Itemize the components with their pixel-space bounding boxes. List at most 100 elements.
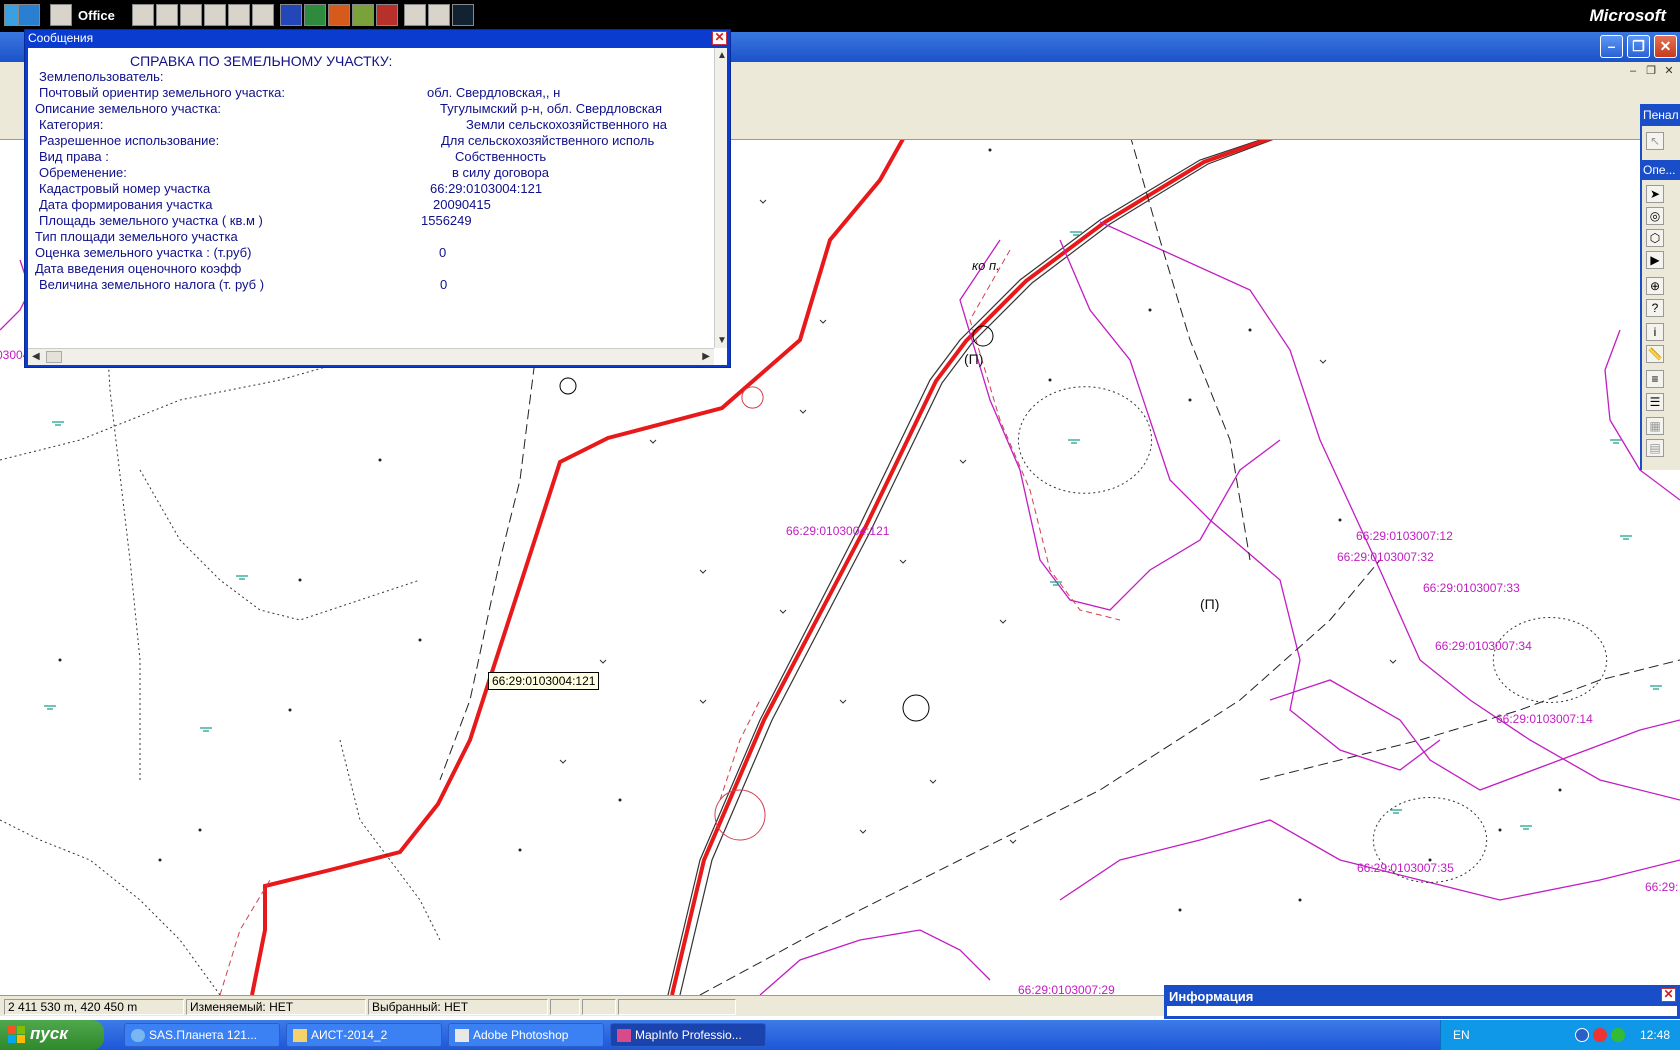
scroll-down-icon[interactable]: ▼ [717,335,727,346]
excel-icon[interactable] [304,4,326,26]
contact-icon[interactable] [204,4,226,26]
network-icon[interactable] [1611,1028,1625,1042]
word-icon[interactable] [280,4,302,26]
vegetation-contour [1492,617,1608,703]
track-line [439,319,541,781]
office-label: Office [78,8,115,23]
parcel-label: 66:29:0103007:32 [1337,550,1434,564]
map-place-label: ко п. [972,258,1000,273]
zoom-in-icon[interactable]: ⊕ [1646,277,1664,295]
parcel-label: 66:29:0103007:35 [1357,861,1454,875]
field-label: Описание земельного участка: [35,101,222,116]
parcel-label: 66:29:0103007:14 [1496,712,1593,726]
small-ring [741,386,764,409]
parcel-line [959,239,1281,611]
clock: 12:48 [1639,1028,1670,1042]
mdi-minimize-button[interactable]: – [1625,64,1641,78]
radius-select-icon[interactable]: ◎ [1646,207,1664,225]
mdi-close-button[interactable]: ✕ [1661,64,1677,78]
map-place-label: (П) [964,351,984,367]
office-menu-icon[interactable] [18,4,40,26]
note-icon[interactable] [252,4,274,26]
task-photoshop[interactable]: Adobe Photoshop [448,1023,604,1047]
scroll-left-icon[interactable]: ◀ [32,351,40,362]
messages-content: СПРАВКА ПО ЗЕМЕЛЬНОМУ УЧАСТКУ: Землеполь… [28,48,714,348]
task-aist-folder[interactable]: АИСТ-2014_2 [286,1023,442,1047]
task-label: MapInfo Professio... [635,1028,742,1042]
task-mapinfo[interactable]: MapInfo Professio... [610,1023,766,1047]
scroll-thumb[interactable] [46,351,62,363]
info-window[interactable]: Информация ✕ [1164,985,1680,1019]
parcel-line [1269,679,1680,791]
mapinfo-icon [617,1029,631,1042]
restore-button[interactable]: ❐ [1627,35,1650,58]
field-label: Площадь земельного участка ( кв.м ) [39,213,263,228]
select-arrow-icon[interactable]: ➤ [1646,185,1664,203]
messages-close-button[interactable]: ✕ [712,31,727,45]
boundary-select-icon[interactable]: ▶ [1646,251,1664,269]
language-indicator[interactable]: EN [1453,1028,1470,1042]
windows-icon[interactable] [428,4,450,26]
info-icon[interactable]: i [1646,323,1664,341]
vegetation-contour [139,469,421,621]
journal-icon[interactable] [228,4,250,26]
zoom-query-icon[interactable]: ? [1646,299,1664,317]
vertical-scrollbar[interactable]: ▲ ▼ [714,48,727,348]
ruler-icon[interactable]: 📏 [1646,345,1664,363]
operations-toolbar-title[interactable]: Опе... [1640,160,1680,180]
field-value: 1556249 [421,213,472,228]
dashed-boundary [719,699,761,801]
parcel-line [1059,819,1680,901]
folder-icon [293,1029,307,1042]
layers-icon[interactable]: ≡ [1646,370,1664,388]
report-heading: СПРАВКА ПО ЗЕМЕЛЬНОМУ УЧАСТКУ: [130,53,393,69]
field-value: 66:29:0103004:121 [430,181,543,196]
mdi-restore-button[interactable]: ❐ [1643,64,1659,78]
warning-icon[interactable] [1593,1028,1607,1042]
field-label: Тип площади земельного участка [35,229,238,244]
info-body [1167,1006,1677,1016]
access-icon[interactable] [376,4,398,26]
graph-icon[interactable]: ▤ [1646,439,1664,457]
status-panel-blank [550,999,580,1015]
start-button[interactable]: пуск [0,1020,104,1050]
globe-icon [131,1029,145,1042]
task-label: SAS.Планета 121... [149,1028,257,1042]
parcel-tooltip: 66:29:0103004:121 [488,672,600,690]
calendar-icon[interactable] [156,4,178,26]
scroll-right-icon[interactable]: ▶ [702,351,710,362]
folder-icon[interactable] [50,4,72,26]
parcel-label: 66:29:0103004:121 [786,524,890,538]
explorer-icon[interactable] [404,4,426,26]
status-panel-blank [582,999,616,1015]
task-sas-planet[interactable]: SAS.Планета 121... [124,1023,280,1047]
powerpoint-icon[interactable] [328,4,350,26]
task-icon[interactable] [180,4,202,26]
field-value: в силу договора [452,165,549,180]
polygon-select-icon[interactable]: ⬡ [1646,229,1664,247]
messages-body: СПРАВКА ПО ЗЕМЕЛЬНОМУ УЧАСТКУ: Землеполь… [28,48,727,365]
scroll-up-icon[interactable]: ▲ [717,50,727,61]
pen-toolbar-title[interactable]: Пенал [1640,104,1680,126]
map-circle-symbol [902,694,930,722]
field-value: Тугулымский р-н, обл. Свердловская [440,101,663,116]
field-value: 0 [439,245,447,260]
info-close-button[interactable]: ✕ [1661,988,1676,1002]
back-arrow-icon[interactable] [1575,1028,1589,1042]
close-button[interactable]: ✕ [1654,35,1677,58]
legend-icon[interactable]: ☰ [1646,393,1664,411]
vegetation-contour [339,739,441,941]
minimize-button[interactable]: – [1600,35,1623,58]
windows-flag-icon [8,1026,26,1044]
start-label: пуск [30,1024,68,1043]
field-value: Для сельскохозяйственного исполь [441,133,655,148]
messages-window[interactable]: Сообщения ✕ СПРАВКА ПО ЗЕМЕЛЬНОМУ УЧАСТК… [24,29,731,368]
publisher-icon[interactable] [352,4,374,26]
table-icon[interactable]: ▦ [1646,417,1664,435]
track-line [1130,140,1251,561]
horizontal-scrollbar[interactable]: ◀ ▶ [28,348,714,365]
pen-tool-icon[interactable]: ↖ [1646,132,1664,150]
microsoft-brand: Microsoft [1589,6,1667,25]
mail-icon[interactable] [132,4,154,26]
screen-icon[interactable] [452,4,474,26]
